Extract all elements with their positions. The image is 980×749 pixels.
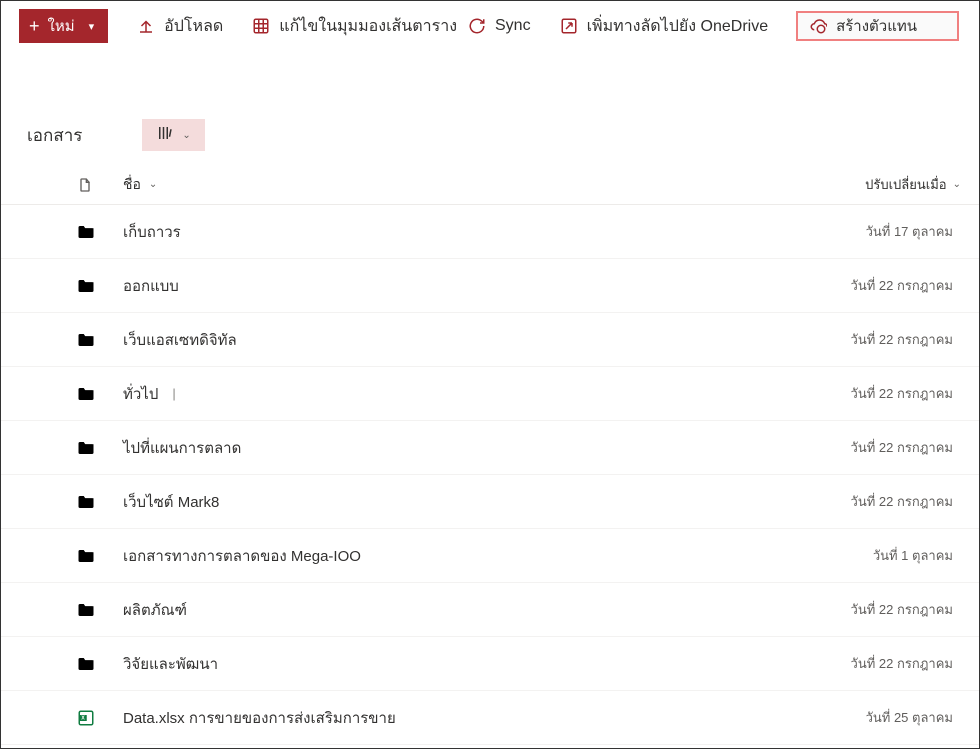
item-modified: วันที่ 25 ตุลาคม bbox=[866, 707, 979, 728]
plus-icon: + bbox=[29, 17, 40, 35]
list-item[interactable]: ไปที่แผนการตลาด วันที่ 22 กรกฎาคม bbox=[1, 421, 979, 475]
item-name: ออกแบบ bbox=[123, 274, 179, 298]
item-modified: วันที่ 22 กรกฎาคม bbox=[851, 329, 979, 350]
column-header: ชื่อ ⌄ ปรับเปลี่ยนเมื่อ ⌄ bbox=[1, 165, 979, 205]
modified-column-header[interactable]: ปรับเปลี่ยนเมื่อ ⌄ bbox=[865, 174, 979, 195]
new-button-label: ใหม่ bbox=[48, 14, 75, 38]
edit-grid-label: แก้ไขในมุมมองเส้นตาราง bbox=[279, 14, 457, 39]
item-modified: วันที่ 22 กรกฎาคม bbox=[851, 383, 979, 404]
list-item[interactable]: เก็บถาวร วันที่ 17 ตุลาคม bbox=[1, 205, 979, 259]
list-item[interactable]: เว็บไซต์ Mark8 วันที่ 22 กรกฎาคม bbox=[1, 475, 979, 529]
item-modified: วันที่ 1 ตุลาคม bbox=[873, 545, 979, 566]
folder-icon bbox=[77, 655, 97, 673]
item-modified: วันที่ 22 กรกฎาคม bbox=[851, 599, 979, 620]
upload-button[interactable]: อัปโหลด bbox=[136, 9, 223, 43]
list-item[interactable]: ออกแบบ วันที่ 22 กรกฎาคม bbox=[1, 259, 979, 313]
onedrive-shortcut-button[interactable]: เพิ่มทางลัดไปยัง OneDrive bbox=[559, 9, 769, 43]
chevron-down-icon: ⌄ bbox=[182, 130, 190, 141]
grid-icon bbox=[251, 16, 271, 36]
item-name: เว็บแอสเซทดิจิทัล bbox=[123, 328, 237, 352]
folder-icon bbox=[77, 547, 97, 565]
upload-icon bbox=[136, 16, 156, 36]
folder-icon bbox=[77, 439, 97, 457]
edit-grid-button[interactable]: แก้ไขในมุมมองเส้นตาราง bbox=[251, 9, 457, 43]
item-name: ไปที่แผนการตลาด bbox=[123, 436, 241, 460]
copilot-icon bbox=[808, 16, 828, 36]
folder-icon bbox=[77, 277, 97, 295]
list-item[interactable]: วิจัยและพัฒนา วันที่ 22 กรกฎาคม bbox=[1, 637, 979, 691]
chevron-down-icon: ▾ bbox=[89, 20, 95, 33]
item-name: เว็บไซต์ Mark8 bbox=[123, 490, 219, 514]
chevron-down-icon: ⌄ bbox=[149, 179, 157, 190]
library-title-bar: เอกสาร ⌄ bbox=[1, 105, 979, 165]
text-cursor-icon: | bbox=[172, 386, 175, 401]
item-modified: วันที่ 22 กรกฎาคม bbox=[851, 653, 979, 674]
create-agent-label: สร้างตัวแทน bbox=[836, 14, 917, 38]
excel-file-icon bbox=[77, 709, 97, 727]
item-modified: วันที่ 22 กรกฎาคม bbox=[851, 437, 979, 458]
item-modified: วันที่ 22 กรกฎาคม bbox=[851, 491, 979, 512]
folder-icon bbox=[77, 601, 97, 619]
library-title: เอกสาร bbox=[27, 122, 82, 149]
folder-icon bbox=[77, 331, 97, 349]
command-bar: + ใหม่ ▾ อัปโหลด แก้ไขในมุมมองเส้นตาราง … bbox=[1, 1, 979, 51]
item-name: ผลิตภัณฑ์ bbox=[123, 598, 187, 622]
name-column-label: ชื่อ bbox=[123, 174, 141, 196]
view-switcher[interactable]: ⌄ bbox=[142, 119, 204, 151]
shortcut-icon bbox=[559, 16, 579, 36]
file-type-column-icon[interactable] bbox=[77, 177, 97, 193]
list-item[interactable]: เว็บแอสเซทดิจิทัล วันที่ 22 กรกฎาคม bbox=[1, 313, 979, 367]
modified-column-label: ปรับเปลี่ยนเมื่อ bbox=[865, 174, 946, 195]
item-modified: วันที่ 17 ตุลาคม bbox=[866, 221, 979, 242]
new-button[interactable]: + ใหม่ ▾ bbox=[19, 9, 108, 43]
list-item[interactable]: ผลิตภัณฑ์ วันที่ 22 กรกฎาคม bbox=[1, 583, 979, 637]
create-agent-button[interactable]: สร้างตัวแทน bbox=[796, 11, 959, 41]
sync-label: Sync bbox=[495, 17, 531, 35]
list-item[interactable]: เอกสารทางการตลาดของ Mega-IOO วันที่ 1 ตุ… bbox=[1, 529, 979, 583]
upload-label: อัปโหลด bbox=[164, 14, 223, 39]
list-item[interactable]: ทั่วไป | วันที่ 22 กรกฎาคม bbox=[1, 367, 979, 421]
item-name: เอกสารทางการตลาดของ Mega-IOO bbox=[123, 544, 361, 568]
sync-button[interactable]: Sync bbox=[467, 9, 531, 43]
list-item[interactable]: Data.xlsx การขายของการส่งเสริมการขาย วัน… bbox=[1, 691, 979, 745]
sync-icon bbox=[467, 16, 487, 36]
folder-icon bbox=[77, 385, 97, 403]
item-name: Data.xlsx การขายของการส่งเสริมการขาย bbox=[123, 706, 396, 730]
chevron-down-icon: ⌄ bbox=[953, 179, 961, 190]
item-modified: วันที่ 22 กรกฎาคม bbox=[851, 275, 979, 296]
file-list: เก็บถาวร วันที่ 17 ตุลาคม ออกแบบ วันที่ … bbox=[1, 205, 979, 745]
gallery-view-icon bbox=[156, 124, 174, 147]
name-column-header[interactable]: ชื่อ ⌄ bbox=[123, 174, 157, 196]
item-name: ทั่วไป bbox=[123, 382, 158, 406]
folder-icon bbox=[77, 223, 97, 241]
onedrive-shortcut-label: เพิ่มทางลัดไปยัง OneDrive bbox=[587, 14, 769, 39]
item-name: เก็บถาวร bbox=[123, 220, 181, 244]
item-name: วิจัยและพัฒนา bbox=[123, 652, 218, 676]
folder-icon bbox=[77, 493, 97, 511]
